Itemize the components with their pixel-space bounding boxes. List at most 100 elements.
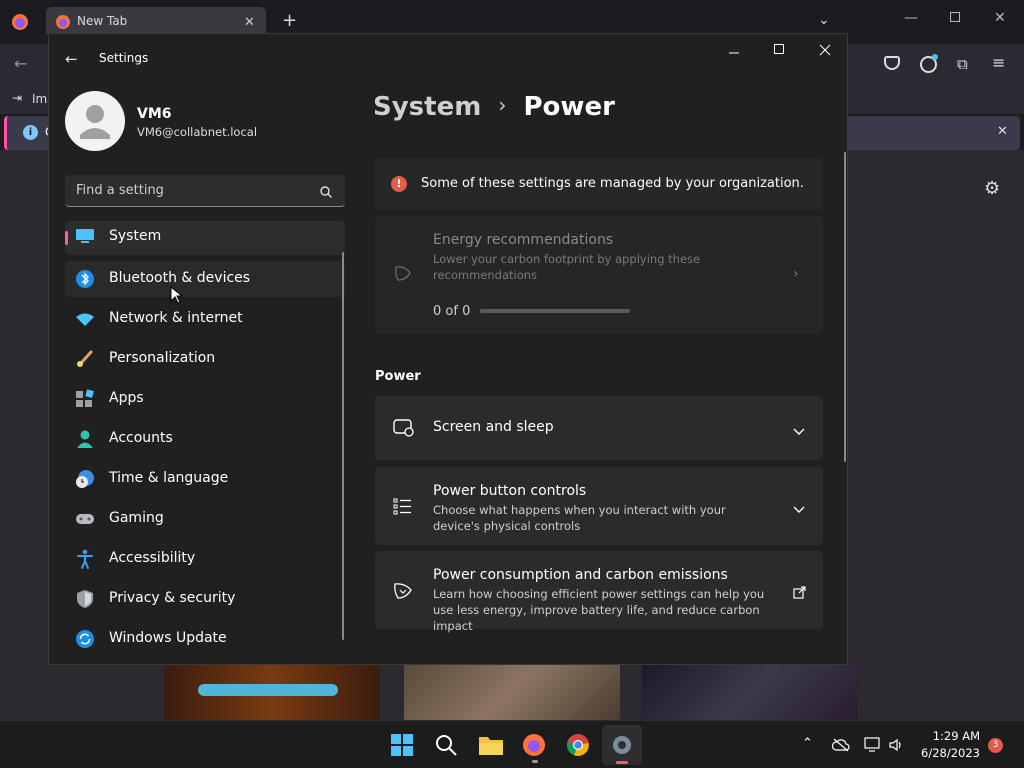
extensions-icon[interactable]: ⧉	[957, 55, 968, 73]
back-icon[interactable]: ←	[14, 54, 27, 73]
info-icon: i	[23, 125, 38, 140]
sidebar-item-windows-update[interactable]: Windows Update	[65, 621, 345, 657]
sidebar-item-label: Gaming	[109, 510, 164, 526]
sidebar-item-accounts[interactable]: Accounts	[65, 421, 345, 457]
energy-progress-bar	[480, 309, 630, 313]
search-input[interactable]: Find a setting	[65, 175, 345, 207]
active-indicator	[616, 761, 628, 764]
content-scrollbar[interactable]	[844, 152, 846, 462]
mouse-cursor-icon	[170, 285, 184, 304]
breadcrumb: System › Power	[373, 92, 615, 132]
power-consumption-item[interactable]: Power consumption and carbon emissions L…	[375, 551, 823, 633]
thumbnail-dark[interactable]	[642, 664, 858, 720]
breadcrumb-parent[interactable]: System	[373, 92, 481, 122]
avatar[interactable]	[65, 91, 125, 151]
chevron-down-icon[interactable]	[793, 422, 805, 435]
chrome-icon[interactable]	[566, 733, 592, 759]
item-title: Screen and sleep	[433, 419, 554, 435]
pocket-icon[interactable]	[884, 56, 900, 70]
chevron-down-icon[interactable]	[793, 500, 805, 513]
sidebar-item-label: System	[109, 228, 162, 244]
clock-globe-icon	[75, 469, 95, 489]
chevron-up-icon[interactable]: ⌃	[802, 736, 813, 751]
power-button-controls-item[interactable]: Power button controls Choose what happen…	[375, 467, 823, 545]
close-tab-icon[interactable]: ✕	[244, 15, 255, 30]
settings-taskbar-button[interactable]	[602, 725, 642, 765]
sidebar-item-system[interactable]: System	[65, 221, 345, 255]
shield-icon	[75, 589, 95, 609]
tab-title: New Tab	[77, 14, 128, 28]
newtab-settings-icon[interactable]: ⚙	[984, 178, 1000, 199]
sidebar-item-network[interactable]: Network & internet	[65, 301, 345, 337]
taskbar: ⌃ 1:29 AM 6/28/2023 3	[0, 720, 1024, 768]
hamburger-menu-icon[interactable]: ≡	[992, 53, 1005, 72]
cloud-offline-icon[interactable]	[831, 737, 850, 752]
list-tabs-icon[interactable]: ⌄	[818, 12, 830, 28]
sidebar-item-label: Windows Update	[109, 630, 227, 646]
thumbnail-person[interactable]	[404, 664, 620, 720]
item-title: Power button controls	[433, 483, 587, 499]
bluetooth-icon	[75, 269, 95, 289]
volume-icon[interactable]	[888, 737, 904, 753]
notification-badge[interactable]: 3	[988, 738, 1003, 753]
apps-icon	[75, 389, 95, 409]
sidebar-item-label: Bluetooth & devices	[109, 270, 251, 286]
firefox-tab-icon	[55, 14, 71, 30]
screen-sleep-icon	[393, 418, 414, 438]
browser-minimize-icon[interactable]: —	[904, 10, 918, 26]
accessibility-icon	[75, 549, 95, 569]
managed-notice-text: Some of these settings are managed by yo…	[421, 176, 804, 191]
selected-indicator	[65, 231, 68, 245]
nav-scrollbar[interactable]	[342, 252, 344, 640]
brush-icon	[75, 349, 95, 369]
info-icon: !	[391, 176, 407, 192]
chevron-right-icon: ›	[793, 266, 799, 282]
network-icon[interactable]	[864, 737, 882, 753]
thumbnail-pen[interactable]	[164, 664, 380, 720]
sidebar-item-label: Network & internet	[109, 310, 243, 326]
energy-progress-text: 0 of 0	[433, 304, 471, 319]
browser-restore-icon[interactable]	[950, 12, 960, 22]
info-close-icon[interactable]: ✕	[997, 124, 1008, 139]
firefox-icon[interactable]	[522, 733, 548, 759]
external-link-icon[interactable]	[793, 584, 806, 599]
account-icon[interactable]	[920, 54, 938, 73]
running-indicator	[532, 760, 538, 763]
item-title: Power consumption and carbon emissions	[433, 567, 728, 583]
file-explorer-icon[interactable]	[478, 733, 504, 759]
browser-close-icon[interactable]: ✕	[994, 10, 1006, 26]
screen-and-sleep-item[interactable]: Screen and sleep	[375, 396, 823, 460]
update-icon	[75, 629, 95, 649]
import-bookmarks-icon: ⇥	[12, 91, 23, 105]
sidebar-item-label: Time & language	[109, 470, 229, 486]
managed-notice: ! Some of these settings are managed by …	[375, 158, 823, 210]
leaf-heart-icon	[393, 264, 413, 284]
search-placeholder: Find a setting	[76, 183, 164, 198]
settings-back-icon[interactable]: ←	[65, 50, 78, 68]
sidebar-item-accessibility[interactable]: Accessibility	[65, 541, 345, 577]
leaf-heart-icon	[393, 581, 413, 601]
sidebar-item-time-language[interactable]: Time & language	[65, 461, 345, 497]
energy-subtitle: Lower your carbon footprint by applying …	[433, 252, 701, 282]
clock-time[interactable]: 1:29 AM	[930, 729, 980, 743]
energy-recommendations-card[interactable]: Energy recommendations Lower your carbon…	[375, 216, 823, 334]
search-icon[interactable]	[434, 733, 460, 759]
start-icon[interactable]	[390, 733, 416, 759]
sidebar-item-apps[interactable]: Apps	[65, 381, 345, 417]
sidebar-item-bluetooth[interactable]: Bluetooth & devices	[65, 261, 345, 297]
item-subtitle: Learn how choosing efficient power setti…	[433, 587, 765, 633]
clock-date[interactable]: 6/28/2023	[918, 746, 980, 760]
section-title: Power	[375, 369, 421, 384]
person-icon	[75, 429, 95, 449]
sidebar-item-gaming[interactable]: Gaming	[65, 501, 345, 537]
search-icon[interactable]	[319, 184, 333, 198]
close-icon[interactable]	[818, 42, 832, 56]
settings-window: ← Settings VM6 VM6@collabnet.local Find …	[48, 33, 848, 665]
chevron-right-icon: ›	[498, 93, 507, 117]
new-tab-icon[interactable]: +	[282, 10, 297, 31]
minimize-icon[interactable]	[728, 44, 740, 56]
sidebar-item-privacy[interactable]: Privacy & security	[65, 581, 345, 617]
maximize-icon[interactable]	[774, 44, 784, 54]
firefox-menu-icon[interactable]	[10, 12, 30, 32]
sidebar-item-personalization[interactable]: Personalization	[65, 341, 345, 377]
